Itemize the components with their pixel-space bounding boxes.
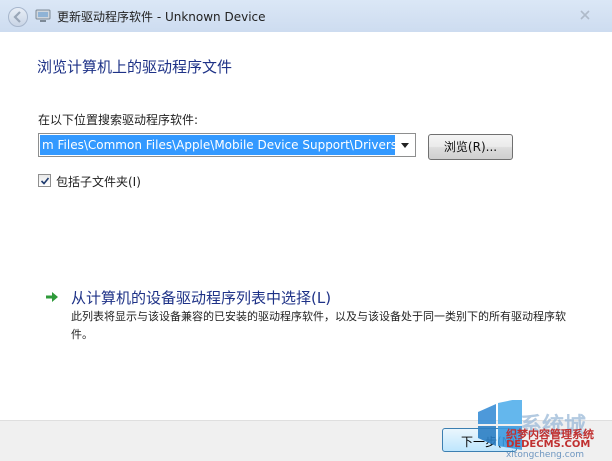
- pick-from-list-description: 此列表将显示与该设备兼容的已安装的驱动程序软件，以及与该设备处于同一类别下的所有…: [71, 310, 566, 341]
- path-combobox[interactable]: m Files\Common Files\Apple\Mobile Device…: [38, 133, 416, 157]
- dropdown-button[interactable]: [397, 135, 413, 155]
- green-arrow-icon: [46, 292, 58, 302]
- path-input[interactable]: m Files\Common Files\Apple\Mobile Device…: [40, 135, 395, 155]
- pick-from-list-link[interactable]: 从计算机的设备驱动程序列表中选择(L): [71, 287, 331, 308]
- back-arrow-icon: [13, 11, 21, 23]
- device-icon: [35, 9, 51, 22]
- back-button[interactable]: [8, 7, 28, 27]
- browse-button[interactable]: 浏览(R)...: [428, 134, 513, 160]
- close-icon[interactable]: [570, 6, 600, 24]
- window-title: 更新驱动程序软件 - Unknown Device: [57, 10, 266, 24]
- watermark-url: xitongcheng.com: [506, 450, 584, 460]
- include-subfolders-label[interactable]: 包括子文件夹(I): [56, 173, 141, 190]
- page-heading: 浏览计算机上的驱动程序文件: [37, 58, 233, 76]
- title-bar: 更新驱动程序软件 - Unknown Device: [0, 0, 612, 32]
- search-location-label: 在以下位置搜索驱动程序软件:: [38, 113, 199, 127]
- watermark-site-en: DEDECMS.COM: [506, 439, 591, 450]
- chevron-down-icon: [401, 143, 409, 148]
- dialog-content: [0, 32, 612, 420]
- checkmark-icon: [40, 177, 50, 185]
- include-subfolders-checkbox[interactable]: [38, 174, 51, 187]
